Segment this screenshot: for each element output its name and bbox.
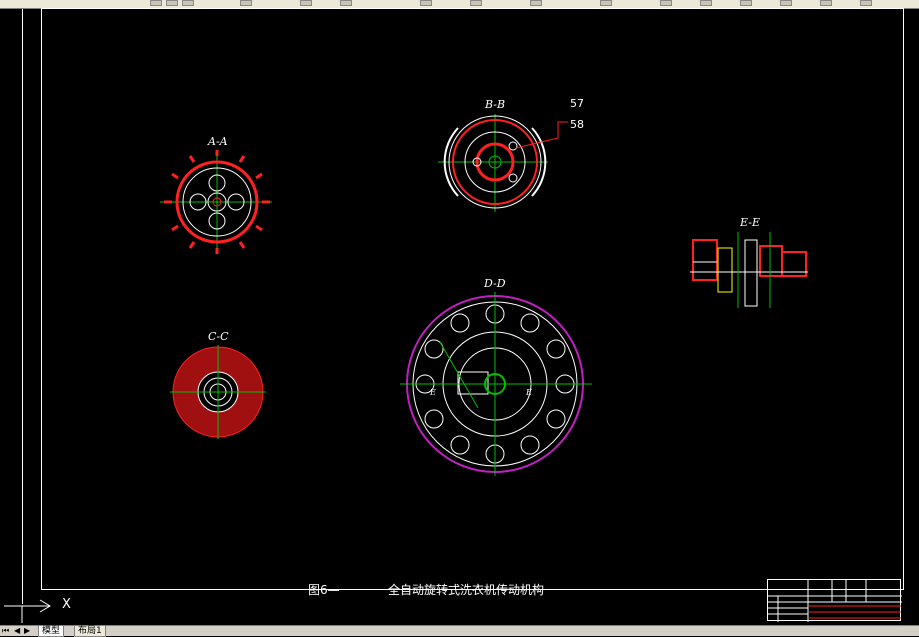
section-view-aa <box>160 150 272 254</box>
callout-58: 58 <box>570 118 584 131</box>
drawing-title: 全自动旋转式洗衣机传动机构 <box>388 583 545 597</box>
toolbar-button[interactable] <box>700 0 712 6</box>
section-mark-e-left: E <box>430 388 436 397</box>
toolbar-button[interactable] <box>182 0 194 6</box>
toolbar-button[interactable] <box>420 0 432 6</box>
toolbar-button[interactable] <box>530 0 542 6</box>
section-label-cc: C-C <box>208 330 229 343</box>
toolbar-button[interactable] <box>470 0 482 6</box>
title-block <box>767 579 902 622</box>
section-view-cc <box>170 345 266 439</box>
tab-model[interactable]: 模型 <box>38 626 65 637</box>
toolbar-button[interactable] <box>300 0 312 6</box>
figure-number: 图6— <box>308 583 340 597</box>
section-view-bb <box>438 114 568 212</box>
toolbar-button[interactable] <box>166 0 178 6</box>
tab-layout1[interactable]: 布局1 <box>74 626 106 637</box>
ucs-x-label: X <box>62 597 71 612</box>
toolbar-button[interactable] <box>600 0 612 6</box>
toolbar-button[interactable] <box>340 0 352 6</box>
section-mark-e-right: E <box>526 388 532 397</box>
toolbar-button[interactable] <box>860 0 872 6</box>
toolbar-button[interactable] <box>150 0 162 6</box>
toolbar-button[interactable] <box>740 0 752 6</box>
toolbar-button[interactable] <box>780 0 792 6</box>
toolbar-button[interactable] <box>660 0 672 6</box>
section-label-dd: D-D <box>484 277 506 290</box>
layout-tab-bar: ⏮ ◀ ▶ 模型 布局1 <box>0 625 919 637</box>
section-label-aa: A-A <box>208 135 228 148</box>
viewport-edge <box>22 9 23 604</box>
section-view-ee <box>690 232 808 308</box>
callout-57: 57 <box>570 97 584 110</box>
title-block-grid <box>768 580 902 622</box>
section-view-dd <box>400 292 592 476</box>
toolbar-button[interactable] <box>240 0 252 6</box>
section-label-ee: E-E <box>740 216 760 229</box>
toolbar-button[interactable] <box>820 0 832 6</box>
